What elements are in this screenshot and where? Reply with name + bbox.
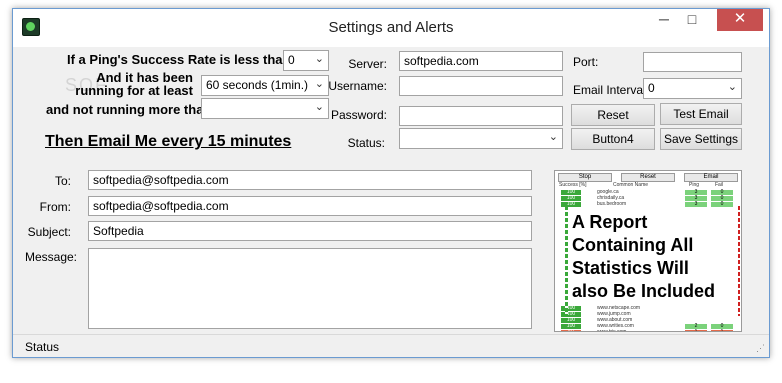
message-label: Message:: [24, 250, 77, 264]
success-rate-label: If a Ping's Success Rate is less than: [67, 52, 291, 67]
running-label-line2: running for at least: [75, 83, 193, 98]
server-label: Server:: [348, 57, 387, 71]
preview-row-fail: 1: [711, 330, 733, 331]
to-input[interactable]: softpedia@softpedia.com: [88, 170, 532, 190]
to-label: To:: [54, 174, 71, 188]
preview-red-bar: [738, 206, 740, 316]
preview-row-success: 50: [561, 330, 581, 331]
subject-input[interactable]: Softpedia: [88, 221, 532, 241]
preview-row: 100 bus.bedroom 3 0: [557, 202, 737, 207]
email-interval-select[interactable]: 0 ⌄: [643, 78, 742, 99]
preview-header-success: Success [%]: [559, 182, 587, 188]
preview-header-fail: Fail: [715, 182, 724, 188]
password-label: Password:: [330, 108, 387, 122]
chevron-down-icon: ⌄: [727, 81, 737, 93]
preview-row: 100 www.writies.com 2 0: [557, 324, 737, 329]
email-interval-label: Email Interval:: [573, 83, 650, 97]
button4-button[interactable]: Button4: [571, 128, 655, 150]
maximize-button[interactable]: □: [679, 9, 705, 31]
preview-row-fail: 0: [711, 202, 733, 207]
running-duration-select[interactable]: 60 seconds (1min.) ⌄: [201, 75, 329, 96]
preview-green-bar: [565, 206, 568, 316]
preview-row-success: 100: [561, 202, 581, 207]
preview-row-name: bus.bedroom: [597, 201, 627, 207]
success-rate-value: 0: [288, 53, 295, 67]
status-label: Status:: [347, 136, 385, 150]
close-button[interactable]: ✕: [717, 9, 763, 31]
test-email-button[interactable]: Test Email: [660, 103, 742, 125]
overlay-line-1: A Report: [572, 212, 648, 232]
resize-grip-icon[interactable]: ⋰: [756, 343, 765, 354]
preview-row-ping: 1: [685, 330, 707, 331]
password-input[interactable]: [399, 106, 563, 126]
minimize-button[interactable]: ─: [651, 9, 677, 31]
report-overlay-text: A Report Containing All Statistics Will …: [570, 211, 735, 303]
preview-row-name: www.trix.com: [597, 329, 627, 332]
save-settings-button[interactable]: Save Settings: [660, 128, 742, 150]
from-label: From:: [39, 200, 71, 214]
email-frequency-headline: Then Email Me every 15 minutes: [45, 133, 292, 150]
preview-row: 100 www.about.com: [557, 318, 737, 323]
preview-header-name: Common Name: [613, 182, 649, 188]
server-input[interactable]: softpedia.com: [399, 51, 563, 71]
preview-row: 50 www.trix.com 1 1: [557, 329, 737, 332]
preview-header-row: Success [%] Common Name Ping Fail: [557, 183, 737, 188]
port-label: Port:: [573, 55, 599, 69]
preview-email-button: Email: [684, 173, 738, 182]
overlay-line-2: Containing All: [572, 235, 694, 255]
preview-row: 100 chrisdaily.ca 3 0: [557, 196, 737, 201]
settings-window: Settings and Alerts ─ □ ✕ SOF If a Ping'…: [12, 8, 770, 358]
from-input[interactable]: softpedia@softpedia.com: [88, 196, 532, 216]
not-running-select[interactable]: ⌄: [201, 98, 329, 119]
subject-label: Subject:: [27, 225, 71, 239]
message-textarea[interactable]: [88, 248, 532, 329]
preview-row: 100 www.jump.com: [557, 312, 737, 317]
preview-stop-button: Stop: [558, 173, 612, 182]
email-interval-value: 0: [648, 81, 655, 95]
status-select[interactable]: ⌄: [399, 128, 563, 149]
status-text: Status: [25, 340, 60, 354]
overlay-line-3: Statistics Will: [572, 258, 689, 278]
preview-row: 100 google.ca 3 0: [557, 190, 737, 195]
preview-row-ping: 3: [685, 202, 707, 207]
chevron-down-icon: ⌄: [548, 131, 558, 143]
port-input[interactable]: [643, 52, 742, 72]
preview-row: 100 www.netscape.com: [557, 306, 737, 311]
title-bar: Settings and Alerts ─ □ ✕: [13, 9, 769, 47]
running-duration-value: 60 seconds (1min.): [206, 78, 309, 92]
running-label: And it has been running for at least: [73, 71, 193, 97]
report-preview: Stop Reset Email Success [%] Common Name…: [554, 170, 742, 332]
overlay-line-4: also Be Included: [572, 281, 716, 301]
username-label: Username:: [328, 79, 387, 93]
preview-reset-button: Reset: [621, 173, 675, 182]
status-bar: Status ⋰: [13, 334, 769, 357]
preview-header-ping: Ping: [689, 182, 700, 188]
reset-button[interactable]: Reset: [571, 104, 655, 126]
not-running-label: and not running more than: [46, 102, 212, 117]
username-input[interactable]: [399, 76, 563, 96]
